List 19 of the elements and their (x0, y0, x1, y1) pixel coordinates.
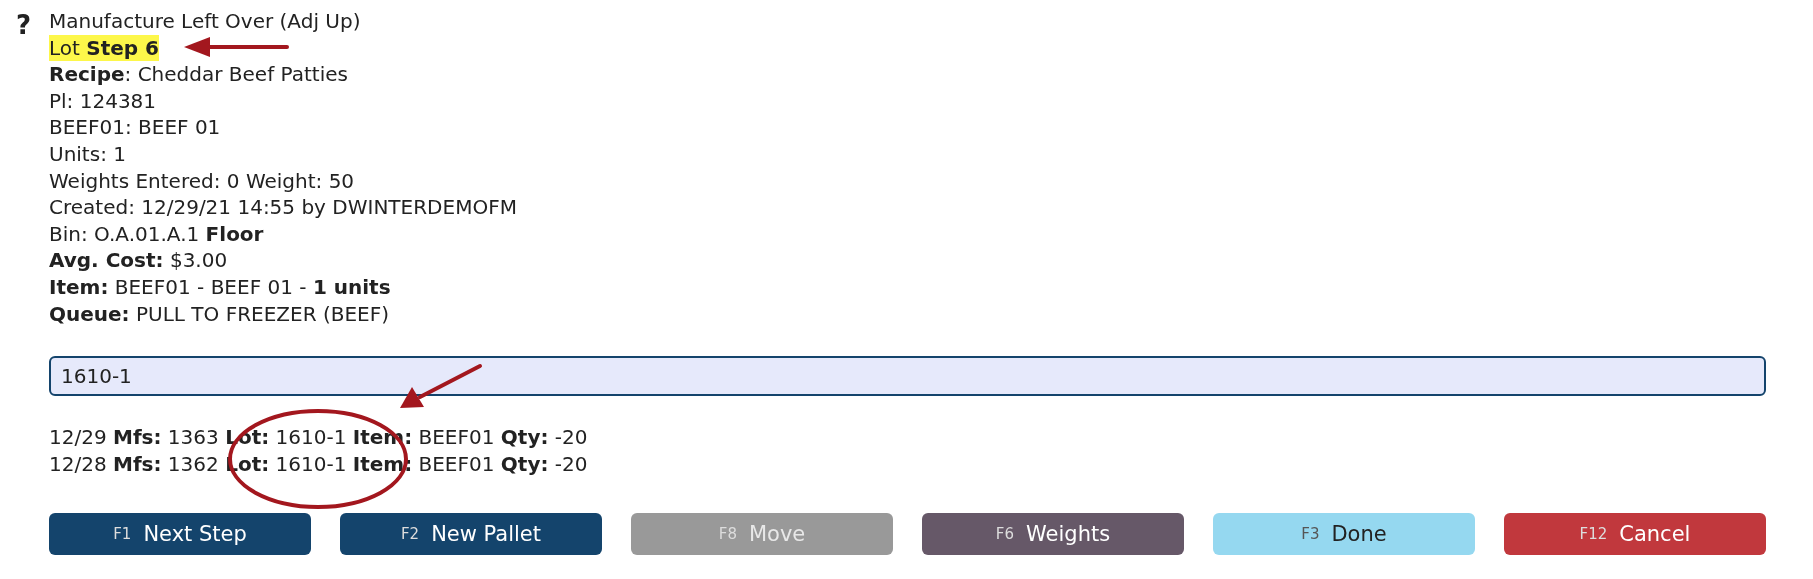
detail-line: BEEF01: BEEF 01 (49, 114, 221, 141)
function-button[interactable]: F6 Weights (922, 513, 1184, 556)
detail-line: Units: 1 (49, 140, 126, 168)
function-button[interactable]: F3 Done (1213, 513, 1475, 556)
detail-line: Weights Entered: 0 Weight: 50 (49, 167, 355, 195)
detail-line: Recipe: Cheddar Beef Patties (49, 61, 348, 88)
function-button[interactable]: F12 Cancel (1504, 513, 1766, 556)
detail-line: Item: BEEF01 - BEEF 01 - 1 units (49, 273, 391, 301)
lot-input[interactable]: 1610-1 (61, 361, 1754, 392)
help-icon[interactable]: ? (15, 8, 32, 556)
detail-line: Bin: O.A.01.A.1 Floor (49, 220, 264, 248)
detail-line: Avg. Cost: $3.00 (49, 247, 228, 274)
function-button[interactable]: F1 Next Step (49, 513, 311, 556)
function-button[interactable]: F2 New Pallet (340, 513, 602, 556)
detail-line: Manufacture Left Over (Adj Up) (49, 8, 361, 35)
detail-line: Created: 12/29/21 14:55 by DWINTERDEMOFM (49, 194, 517, 221)
detail-line: Pl: 124381 (49, 87, 157, 115)
detail-line: Queue: PULL TO FREEZER (BEEF) (49, 300, 389, 328)
lot-input-field[interactable]: 1610-1 (49, 356, 1766, 397)
